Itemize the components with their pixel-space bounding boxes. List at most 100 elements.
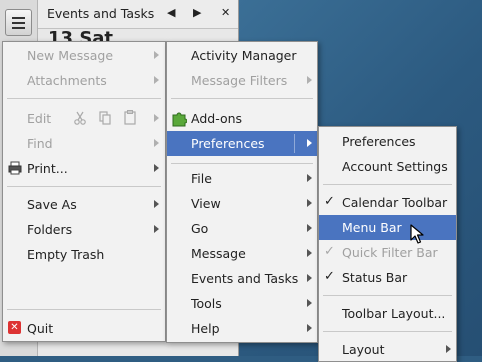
menu-item-new-message[interactable]: New Message	[3, 43, 165, 68]
menu-item-events-and-tasks[interactable]: Events and Tasks	[167, 266, 317, 291]
copy-icon[interactable]	[99, 111, 111, 125]
previous-day-icon[interactable]: ◀	[167, 6, 175, 19]
submenu-popup: Activity Manager Message Filters Add-ons…	[166, 41, 318, 343]
menu-item-label: Preferences	[191, 136, 265, 151]
menu-item-label: Edit	[27, 111, 52, 126]
menu-separator	[294, 134, 295, 153]
menu-item-preferences-dialog[interactable]: Preferences	[319, 129, 456, 154]
menu-item-file[interactable]: File	[167, 166, 317, 191]
menu-item-save-as[interactable]: Save As	[3, 192, 165, 217]
menu-item-label: Message Filters	[191, 73, 288, 88]
close-icon[interactable]: ✕	[221, 6, 230, 19]
menu-item-folders[interactable]: Folders	[3, 217, 165, 242]
paste-icon[interactable]	[124, 110, 136, 125]
submenu-arrow-icon	[154, 200, 159, 208]
submenu-arrow-icon	[154, 139, 159, 147]
menu-item-quick-filter-bar[interactable]: ✓ Quick Filter Bar	[319, 240, 456, 265]
mouse-cursor-icon	[410, 224, 424, 244]
menu-item-label: Layout	[342, 342, 385, 357]
menu-item-edit[interactable]: Edit	[3, 106, 165, 131]
puzzle-icon	[172, 112, 187, 127]
submenu-arrow-icon	[307, 76, 312, 84]
events-panel-header: Events and Tasks ◀ ▶ ✕	[38, 0, 238, 29]
submenu-arrow-icon	[307, 274, 312, 282]
menu-item-label: Save As	[27, 197, 77, 212]
submenu-arrow-icon	[307, 299, 312, 307]
submenu-arrow-icon	[307, 139, 312, 147]
menu-item-label: Menu Bar	[342, 220, 402, 235]
menu-item-message[interactable]: Message	[167, 241, 317, 266]
menu-item-label: Quick Filter Bar	[342, 245, 438, 260]
menu-item-label: Print...	[27, 161, 68, 176]
menu-item-go[interactable]: Go	[167, 216, 317, 241]
submenu-arrow-icon	[307, 199, 312, 207]
menu-item-label: Quit	[27, 321, 54, 336]
menu-item-add-ons[interactable]: Add-ons	[167, 106, 317, 131]
menu-separator	[323, 331, 452, 332]
menu-separator	[171, 98, 313, 99]
menu-item-view[interactable]: View	[167, 191, 317, 216]
submenu-arrow-icon	[446, 345, 451, 353]
menu-item-label: Account Settings	[342, 159, 448, 174]
menu-item-activity-manager[interactable]: Activity Manager	[167, 43, 317, 68]
menu-item-label: Folders	[27, 222, 73, 237]
menu-separator	[323, 295, 452, 296]
menu-item-quit[interactable]: ✕ Quit	[3, 316, 165, 341]
submenu-arrow-icon	[154, 225, 159, 233]
menu-separator	[7, 186, 161, 187]
menu-item-label: Add-ons	[191, 111, 243, 126]
menu-item-label: Events and Tasks	[191, 271, 299, 286]
cut-icon[interactable]	[74, 111, 86, 125]
menu-item-account-settings[interactable]: Account Settings	[319, 154, 456, 179]
menu-item-label: Activity Manager	[191, 48, 297, 63]
submenu-arrow-icon	[307, 224, 312, 232]
menu-item-label: Tools	[191, 296, 222, 311]
menu-item-menu-bar[interactable]: Menu Bar	[319, 215, 456, 240]
menu-item-tools[interactable]: Tools	[167, 291, 317, 316]
menu-item-calendar-toolbar[interactable]: ✓ Calendar Toolbar	[319, 190, 456, 215]
checkmark-icon: ✓	[324, 269, 335, 284]
submenu-arrow-icon	[154, 51, 159, 59]
printer-icon	[8, 161, 22, 175]
quit-icon: ✕	[8, 321, 21, 334]
checkmark-icon: ✓	[324, 244, 335, 259]
app-menu-button[interactable]	[5, 9, 32, 36]
menu-item-label: Preferences	[342, 134, 416, 149]
menu-item-label: Status Bar	[342, 270, 408, 285]
menu-item-help[interactable]: Help	[167, 316, 317, 341]
menu-item-label: Calendar Toolbar	[342, 195, 448, 210]
preferences-submenu-popup: Preferences Account Settings ✓ Calendar …	[318, 126, 457, 362]
menu-separator	[7, 309, 161, 310]
menu-item-layout[interactable]: Layout	[319, 337, 456, 362]
menu-item-label: Go	[191, 221, 209, 236]
submenu-arrow-icon	[154, 164, 159, 172]
menu-item-find[interactable]: Find	[3, 131, 165, 156]
menu-item-attachments[interactable]: Attachments	[3, 68, 165, 93]
checkmark-icon: ✓	[324, 194, 335, 209]
next-day-icon[interactable]: ▶	[193, 6, 201, 19]
menu-item-label: Empty Trash	[27, 247, 105, 262]
submenu-arrow-icon	[307, 249, 312, 257]
menu-item-toolbar-layout[interactable]: Toolbar Layout...	[319, 301, 456, 326]
menu-item-label: New Message	[27, 48, 114, 63]
menu-item-label: Find	[27, 136, 53, 151]
submenu-arrow-icon	[154, 76, 159, 84]
menu-item-label: File	[191, 171, 212, 186]
menu-item-empty-trash[interactable]: Empty Trash	[3, 242, 165, 267]
menu-item-status-bar[interactable]: ✓ Status Bar	[319, 265, 456, 290]
menu-separator	[171, 163, 313, 164]
menu-separator	[7, 98, 161, 99]
submenu-arrow-icon	[307, 324, 312, 332]
menu-item-message-filters[interactable]: Message Filters	[167, 68, 317, 93]
events-panel-title: Events and Tasks	[47, 6, 155, 21]
menu-item-print[interactable]: Print...	[3, 156, 165, 181]
menu-item-label: Message	[191, 246, 246, 261]
menu-separator	[323, 184, 452, 185]
app-menu-popup: New Message Attachments Edit Find Print.…	[2, 41, 166, 342]
menu-item-preferences[interactable]: Preferences	[167, 131, 317, 156]
menu-item-label: Help	[191, 321, 220, 336]
menu-item-label: Attachments	[27, 73, 107, 88]
submenu-arrow-icon	[307, 174, 312, 182]
menu-item-label: View	[191, 196, 221, 211]
submenu-arrow-icon	[154, 114, 159, 122]
